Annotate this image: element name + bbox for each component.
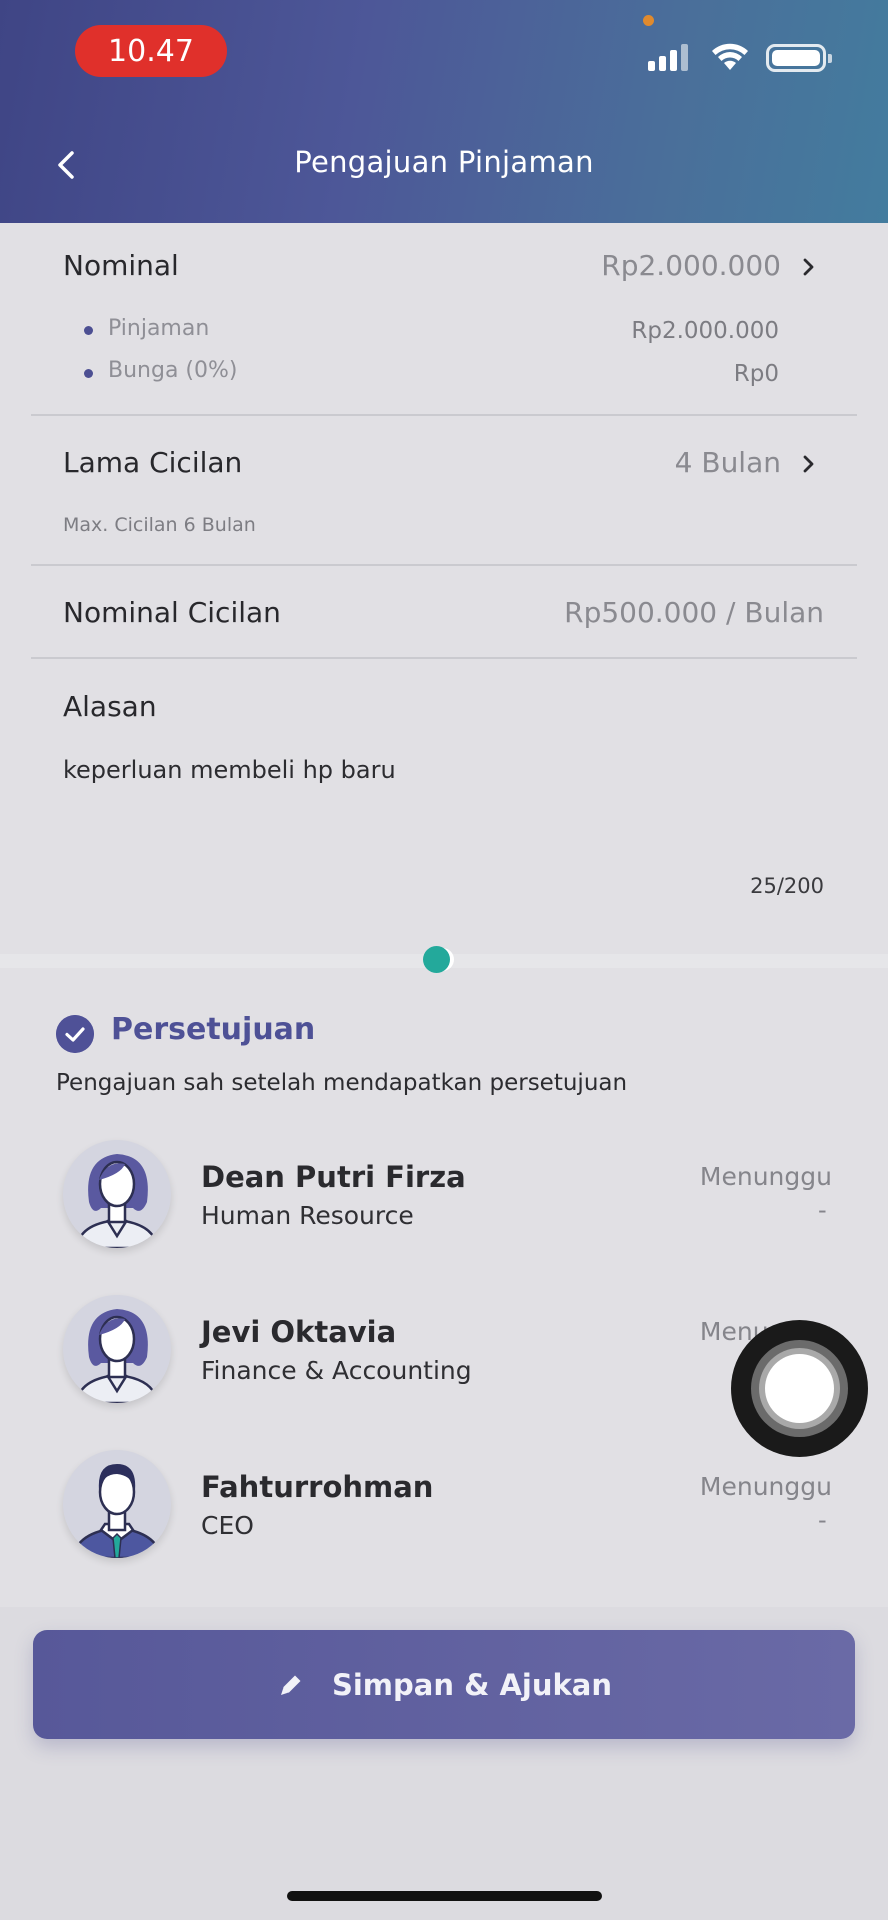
app-header: 10.47 Pengajuan Pinjaman <box>0 0 888 223</box>
divider <box>31 414 857 416</box>
approval-title: Persetujuan <box>111 1012 316 1047</box>
page-title: Pengajuan Pinjaman <box>294 145 594 179</box>
approver-status: Menunggu <box>699 1472 832 1501</box>
signal-icon <box>648 44 688 71</box>
lama-cicilan-value[interactable]: 4 Bulan <box>675 446 781 479</box>
check-circle-icon <box>56 1015 94 1053</box>
alasan-input[interactable]: keperluan membeli hp baru <box>63 756 396 784</box>
battery-cap <box>828 54 832 63</box>
bunga-label: Bunga (0%) <box>108 358 238 383</box>
scroll-indicator <box>423 946 450 973</box>
pinjaman-label: Pinjaman <box>108 316 210 341</box>
nominal-label: Nominal <box>63 249 179 282</box>
chevron-right-icon[interactable] <box>799 452 819 476</box>
assistive-core <box>765 1354 834 1423</box>
nominal-cicilan-value: Rp500.000 / Bulan <box>564 596 824 629</box>
submit-button-label: Simpan & Ajukan <box>331 1667 613 1702</box>
nominal-value[interactable]: Rp2.000.000 <box>601 249 781 282</box>
avatar-female <box>63 1140 171 1248</box>
battery-icon <box>766 44 826 72</box>
pinjaman-value: Rp2.000.000 <box>631 318 779 344</box>
approver-status: Menunggu <box>699 1162 832 1191</box>
divider <box>31 657 857 659</box>
alasan-label: Alasan <box>63 690 157 723</box>
bunga-value: Rp0 <box>733 361 779 387</box>
lama-cicilan-label: Lama Cicilan <box>63 446 243 479</box>
approver-name: Fahturrohman <box>201 1470 434 1504</box>
bullet-dot <box>84 326 93 335</box>
divider <box>31 564 857 566</box>
approval-description: Pengajuan sah setelah mendapatkan perset… <box>56 1070 628 1096</box>
approver-date: - <box>818 1196 827 1224</box>
submit-button[interactable]: Simpan & Ajukan <box>33 1630 855 1739</box>
avatar-male <box>63 1450 171 1558</box>
approver-role: Finance & Accounting <box>201 1356 472 1385</box>
chevron-right-icon[interactable] <box>799 255 819 279</box>
max-cicilan-note: Max. Cicilan 6 Bulan <box>63 514 256 536</box>
assistive-touch-button[interactable] <box>731 1320 868 1457</box>
nominal-cicilan-label: Nominal Cicilan <box>63 596 281 629</box>
approver-date: - <box>818 1506 827 1534</box>
approver-role: CEO <box>201 1511 254 1540</box>
privacy-indicator-dot <box>643 15 654 26</box>
bullet-dot <box>84 369 93 378</box>
home-indicator[interactable] <box>287 1891 602 1901</box>
avatar-female <box>63 1295 171 1403</box>
pencil-icon <box>280 1675 301 1695</box>
approver-name: Dean Putri Firza <box>201 1160 466 1194</box>
approver-name: Jevi Oktavia <box>201 1315 397 1349</box>
approver-role: Human Resource <box>201 1201 414 1230</box>
status-time: 10.47 <box>75 25 227 77</box>
char-counter: 25/200 <box>750 874 824 898</box>
wifi-icon <box>712 43 748 70</box>
